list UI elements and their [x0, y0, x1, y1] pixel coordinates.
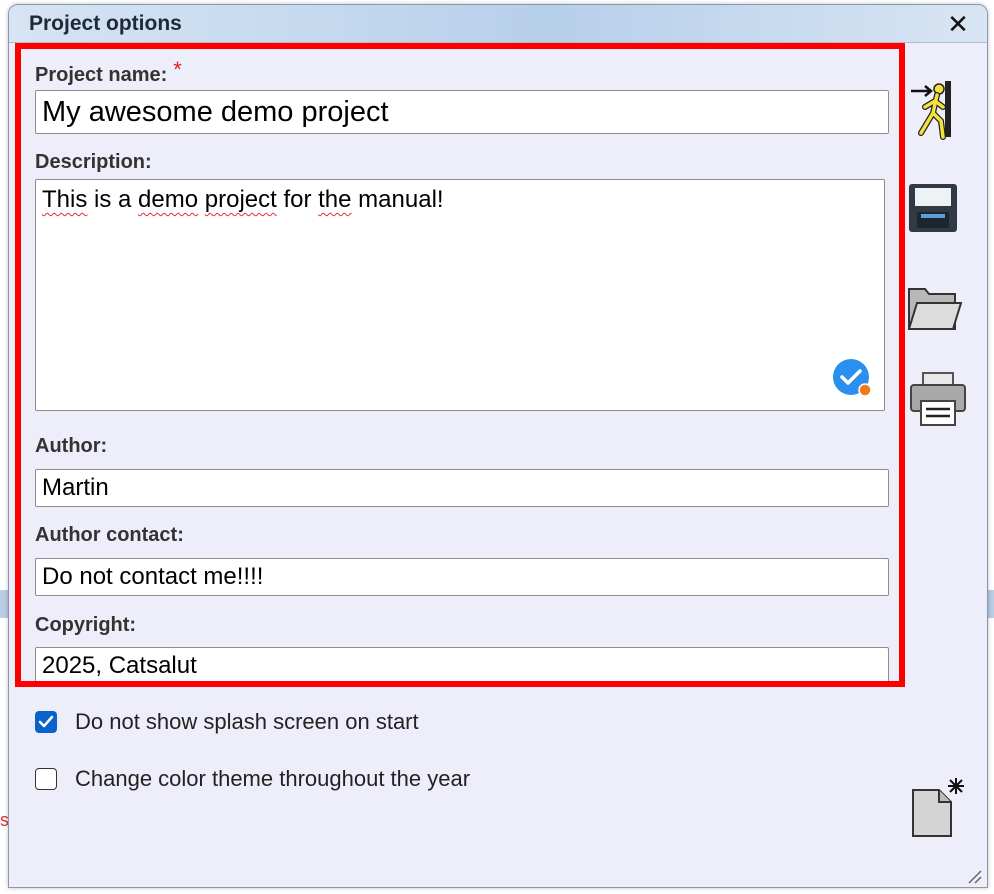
author-contact-label: Author contact: — [35, 524, 184, 546]
description-textarea[interactable]: This is a demo project for the manual! — [35, 179, 885, 411]
splash-checkbox-label: Do not show splash screen on start — [75, 709, 419, 734]
title-bar: Project options ✕ — [9, 5, 987, 43]
project-name-input[interactable]: My awesome demo project — [35, 90, 889, 134]
open-folder-icon[interactable] — [907, 281, 963, 333]
background-app-fragment: s — [0, 810, 9, 830]
splash-option-row[interactable]: Do not show splash screen on start — [35, 709, 419, 735]
author-label: Author: — [35, 435, 108, 457]
checkmark-icon — [38, 715, 54, 728]
required-marker: * — [173, 57, 182, 82]
author-contact-input[interactable]: Do not contact me!!!! — [35, 558, 889, 596]
project-details-form: Project name: * My awesome demo project D… — [15, 43, 905, 687]
close-button[interactable]: ✕ — [943, 9, 973, 39]
resize-grip-icon[interactable] — [965, 867, 983, 885]
project-options-dialog: Project options ✕ Project name: * My awes… — [8, 4, 988, 888]
description-label: Description: — [35, 151, 152, 173]
copyright-label: Copyright: — [35, 614, 137, 636]
theme-checkbox[interactable] — [35, 768, 57, 790]
exit-icon[interactable] — [907, 77, 957, 141]
print-icon[interactable] — [909, 371, 967, 429]
copyright-input[interactable]: 2025, Catsalut — [35, 647, 889, 681]
author-input[interactable]: Martin — [35, 469, 889, 507]
theme-option-row[interactable]: Change color theme throughout the year — [35, 766, 470, 792]
spellcheck-badge-icon[interactable] — [832, 358, 872, 398]
close-icon: ✕ — [947, 8, 969, 39]
new-document-icon[interactable] — [911, 776, 967, 838]
project-name-label: Project name: * — [35, 57, 182, 86]
save-icon[interactable] — [907, 182, 959, 234]
splash-checkbox[interactable] — [35, 711, 57, 733]
dialog-title: Project options — [29, 12, 182, 35]
theme-checkbox-label: Change color theme throughout the year — [75, 766, 471, 791]
